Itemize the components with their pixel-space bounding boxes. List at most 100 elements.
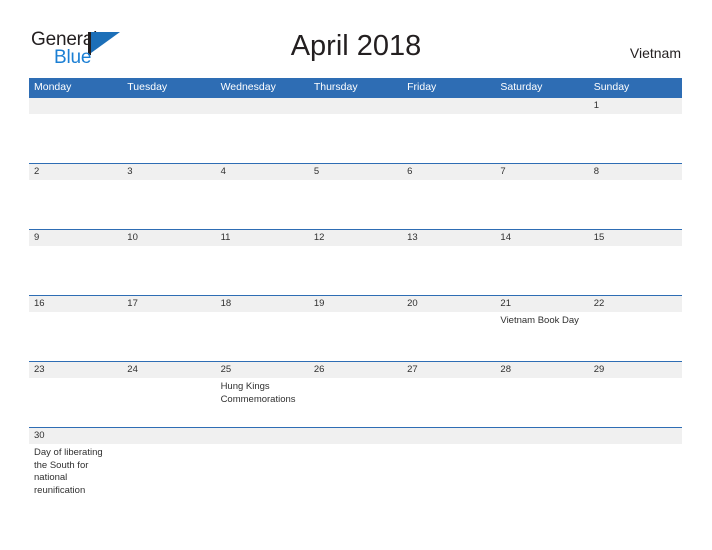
day-event[interactable] <box>402 378 495 427</box>
day-event[interactable] <box>122 378 215 427</box>
day-number[interactable]: 19 <box>309 296 402 312</box>
week-event-band <box>29 246 682 295</box>
calendar-week-row: 16 17 18 19 20 21 22 Vietnam Book Day <box>29 295 682 361</box>
week-event-band: Hung Kings Commemorations <box>29 378 682 427</box>
day-event[interactable] <box>402 444 495 512</box>
day-event[interactable] <box>309 312 402 361</box>
day-event[interactable] <box>216 246 309 295</box>
day-event[interactable] <box>589 114 682 163</box>
day-number[interactable]: 26 <box>309 362 402 378</box>
day-number[interactable]: 14 <box>495 230 588 246</box>
day-event[interactable] <box>589 378 682 427</box>
day-number[interactable]: 5 <box>309 164 402 180</box>
day-number[interactable]: 27 <box>402 362 495 378</box>
day-event[interactable] <box>29 378 122 427</box>
day-event[interactable] <box>122 444 215 512</box>
day-number[interactable] <box>402 428 495 444</box>
day-event[interactable] <box>29 246 122 295</box>
day-number[interactable]: 6 <box>402 164 495 180</box>
calendar-page: General Blue April 2018 Vietnam Monday T… <box>0 0 712 550</box>
day-event[interactable] <box>309 114 402 163</box>
day-number[interactable]: 18 <box>216 296 309 312</box>
day-event[interactable] <box>402 246 495 295</box>
weekday-friday: Friday <box>407 81 437 93</box>
day-event[interactable] <box>309 180 402 229</box>
week-date-band: 9 10 11 12 13 14 15 <box>29 230 682 246</box>
day-event[interactable] <box>402 114 495 163</box>
day-number[interactable]: 7 <box>495 164 588 180</box>
day-event[interactable] <box>402 312 495 361</box>
week-event-band: Vietnam Book Day <box>29 312 682 361</box>
calendar-week-row: 2 3 4 5 6 7 8 <box>29 163 682 229</box>
day-event[interactable] <box>589 180 682 229</box>
day-number[interactable] <box>309 428 402 444</box>
week-date-band: 30 <box>29 428 682 444</box>
day-number[interactable] <box>216 428 309 444</box>
day-number[interactable]: 15 <box>589 230 682 246</box>
day-number[interactable]: 30 <box>29 428 122 444</box>
day-event[interactable] <box>29 312 122 361</box>
day-number[interactable]: 2 <box>29 164 122 180</box>
day-event[interactable] <box>495 246 588 295</box>
day-number[interactable] <box>122 428 215 444</box>
day-event[interactable] <box>309 378 402 427</box>
day-number[interactable] <box>589 428 682 444</box>
day-event[interactable] <box>589 444 682 512</box>
day-event[interactable] <box>589 246 682 295</box>
day-event-vietnam-book-day[interactable]: Vietnam Book Day <box>495 312 588 361</box>
day-number[interactable]: 17 <box>122 296 215 312</box>
region-label: Vietnam <box>629 45 681 61</box>
day-event[interactable] <box>216 444 309 512</box>
calendar-week-row: 30 Day of liberating the South for natio… <box>29 427 682 512</box>
day-event[interactable] <box>122 312 215 361</box>
day-event[interactable] <box>495 114 588 163</box>
week-date-band: 23 24 25 26 27 28 29 <box>29 362 682 378</box>
day-number[interactable]: 21 <box>495 296 588 312</box>
day-number[interactable] <box>309 98 402 114</box>
day-event[interactable] <box>495 444 588 512</box>
day-number[interactable]: 23 <box>29 362 122 378</box>
day-event[interactable] <box>495 378 588 427</box>
day-number[interactable] <box>495 428 588 444</box>
day-event[interactable] <box>29 180 122 229</box>
day-number[interactable] <box>495 98 588 114</box>
day-number[interactable]: 4 <box>216 164 309 180</box>
weekday-tuesday: Tuesday <box>127 81 168 93</box>
day-event[interactable] <box>216 180 309 229</box>
day-event[interactable] <box>589 312 682 361</box>
day-event[interactable] <box>402 180 495 229</box>
day-number[interactable] <box>29 98 122 114</box>
day-number[interactable]: 12 <box>309 230 402 246</box>
weekday-monday: Monday <box>34 81 72 93</box>
day-number[interactable]: 20 <box>402 296 495 312</box>
calendar-week-row: 23 24 25 26 27 28 29 Hung Kings Commemor… <box>29 361 682 427</box>
day-number[interactable]: 13 <box>402 230 495 246</box>
day-number[interactable]: 10 <box>122 230 215 246</box>
day-event[interactable] <box>122 114 215 163</box>
day-event[interactable] <box>309 246 402 295</box>
day-number[interactable]: 3 <box>122 164 215 180</box>
day-number[interactable]: 16 <box>29 296 122 312</box>
day-event[interactable] <box>29 114 122 163</box>
day-number[interactable]: 11 <box>216 230 309 246</box>
day-event[interactable] <box>122 246 215 295</box>
day-event[interactable] <box>309 444 402 512</box>
day-event-hung-kings-commemorations[interactable]: Hung Kings Commemorations <box>216 378 309 427</box>
day-number[interactable]: 9 <box>29 230 122 246</box>
day-event[interactable] <box>216 114 309 163</box>
day-number[interactable] <box>216 98 309 114</box>
day-number[interactable]: 29 <box>589 362 682 378</box>
day-event-day-of-liberating-the-south[interactable]: Day of liberating the South for national… <box>29 444 122 512</box>
day-number[interactable] <box>402 98 495 114</box>
day-number[interactable]: 28 <box>495 362 588 378</box>
day-event[interactable] <box>495 180 588 229</box>
day-event[interactable] <box>122 180 215 229</box>
day-number[interactable]: 1 <box>589 98 682 114</box>
day-number[interactable]: 25 <box>216 362 309 378</box>
day-event[interactable] <box>216 312 309 361</box>
day-number[interactable]: 8 <box>589 164 682 180</box>
day-number[interactable]: 24 <box>122 362 215 378</box>
day-number[interactable]: 22 <box>589 296 682 312</box>
weekday-thursday: Thursday <box>313 81 358 93</box>
day-number[interactable] <box>122 98 215 114</box>
